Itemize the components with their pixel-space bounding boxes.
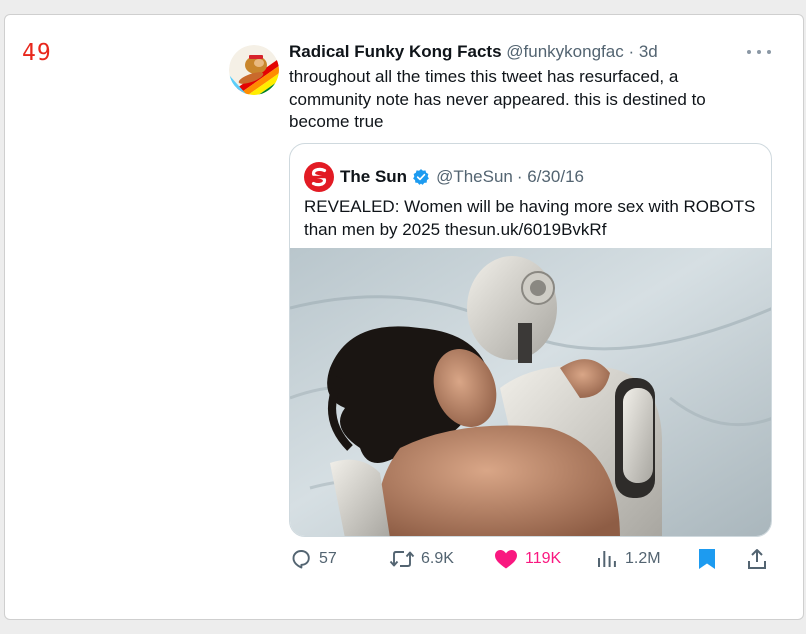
tweet-header: Radical Funky Kong Facts @funkykongfac ·…: [289, 42, 658, 62]
bookmark-button[interactable]: [696, 544, 724, 574]
bookmark-icon: [699, 549, 715, 569]
author-handle[interactable]: @funkykongfac: [506, 42, 623, 61]
reply-count: 57: [319, 550, 337, 567]
quoted-time[interactable]: · 6/30/16: [517, 167, 584, 187]
quoted-text: REVEALED: Women will be having more sex …: [304, 197, 756, 239]
author-name[interactable]: Radical Funky Kong Facts: [289, 42, 502, 61]
share-button[interactable]: [745, 544, 775, 574]
reply-button[interactable]: 57: [289, 544, 337, 574]
like-button[interactable]: 119K: [493, 544, 561, 574]
quoted-header: The Sun @TheSun · 6/30/16: [304, 162, 584, 192]
quoted-tweet[interactable]: The Sun @TheSun · 6/30/16 REVEALED: Wome…: [289, 143, 772, 537]
quoted-media-image[interactable]: [290, 248, 772, 537]
heart-icon: [495, 550, 517, 569]
reply-icon: [292, 550, 310, 569]
rank-number: 49: [22, 40, 52, 66]
verified-icon: [413, 169, 429, 185]
views-icon: [598, 551, 616, 567]
tweet-time[interactable]: · 3d: [628, 42, 657, 61]
views-button[interactable]: 1.2M: [595, 544, 661, 574]
avatar[interactable]: [229, 45, 279, 95]
repost-icon: [389, 551, 415, 567]
share-icon: [748, 549, 766, 569]
repost-button[interactable]: 6.9K: [389, 544, 454, 574]
tweet-text: throughout all the times this tweet has …: [289, 67, 706, 131]
sun-logo-icon: [304, 162, 334, 192]
like-count: 119K: [525, 550, 562, 567]
action-bar: 57 6.9K 119K 1.2M: [289, 544, 772, 574]
repost-count: 6.9K: [421, 550, 454, 567]
quoted-handle[interactable]: @TheSun: [436, 167, 513, 187]
quoted-author-name[interactable]: The Sun: [340, 167, 407, 187]
views-count: 1.2M: [625, 550, 661, 567]
more-icon[interactable]: [747, 44, 771, 60]
